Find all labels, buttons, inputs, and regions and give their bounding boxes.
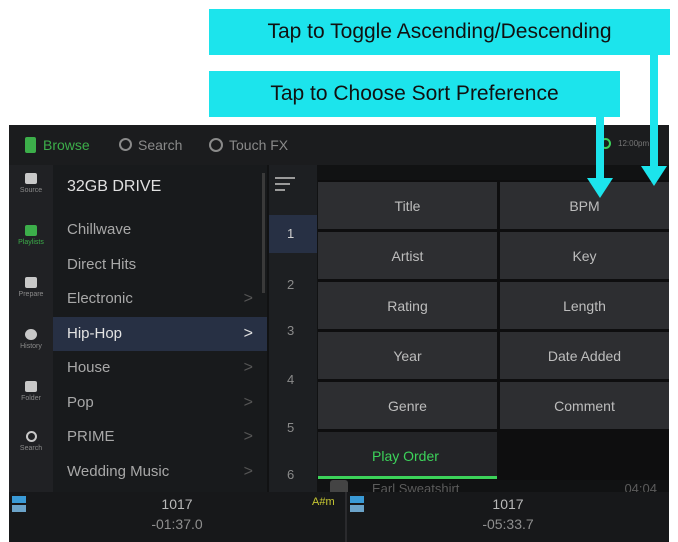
deck-left: 1017 -01:37.0 <box>9 492 345 542</box>
sort-option-length[interactable]: Length <box>500 282 669 329</box>
deck-time: -01:37.0 <box>151 516 203 532</box>
top-bar: Browse Search Touch FX 12:00pm <box>9 125 669 165</box>
crate-panel: 32GB DRIVE Chillwave Direct Hits Electro… <box>53 165 267 492</box>
sort-option-bpm[interactable]: BPM <box>500 182 669 229</box>
rail-folder[interactable]: Folder <box>9 381 53 402</box>
deck-bpm: 1017 <box>161 496 193 512</box>
deck-bar: 1017 -01:37.0 A#m 1017 -05:33.7 <box>9 492 669 542</box>
arrow-toggle-head <box>641 166 667 186</box>
rail-search[interactable]: Search <box>9 431 53 452</box>
rail-history[interactable]: History <box>9 329 53 350</box>
rail-playlists[interactable]: Playlists <box>9 225 53 246</box>
device-screen: Browse Search Touch FX 12:00pm Source Pl… <box>9 125 669 542</box>
callout-sort-preference: Tap to Choose Sort Preference <box>209 71 620 117</box>
sort-option-year[interactable]: Year <box>318 332 497 379</box>
key-badge: A#m <box>312 496 335 508</box>
sort-option-play-order[interactable]: Play Order <box>318 432 497 479</box>
sort-option-date-added[interactable]: Date Added <box>500 332 669 379</box>
deck-time: -05:33.7 <box>482 516 534 532</box>
browse-tab[interactable]: Browse <box>43 137 90 153</box>
arrow-sort-head <box>587 178 613 198</box>
crate-item[interactable]: Pop > <box>53 386 267 421</box>
track-number[interactable]: 2 <box>269 266 317 304</box>
playlist-icon <box>25 225 37 236</box>
arrow-toggle-shaft <box>650 55 658 167</box>
callout-sort-text: Tap to Choose Sort Preference <box>270 82 559 105</box>
crate-list: Chillwave Direct Hits Electronic > Hip-Ho… <box>53 213 267 489</box>
search-icon <box>25 431 37 442</box>
chevron-right-icon: > <box>243 393 253 411</box>
clock: 12:00pm <box>618 139 650 148</box>
track-number[interactable]: 1 <box>269 215 317 253</box>
deck-right: 1017 -05:33.7 <box>347 492 669 542</box>
crate-item[interactable]: Chillwave <box>53 213 267 248</box>
crate-item[interactable]: Wedding Music > <box>53 455 267 490</box>
track-number[interactable]: 5 <box>269 409 317 447</box>
prepare-icon <box>25 277 37 288</box>
side-rail: Source Playlists Prepare History Folder … <box>9 165 53 492</box>
folder-icon <box>25 381 37 392</box>
track-number[interactable]: 3 <box>269 312 317 350</box>
crate-item-selected[interactable]: Hip-Hop > <box>53 316 267 351</box>
chevron-right-icon: > <box>243 462 253 480</box>
rail-source[interactable]: Source <box>9 173 53 194</box>
touchfx-tab[interactable]: Touch FX <box>229 137 288 153</box>
sort-option-rating[interactable]: Rating <box>318 282 497 329</box>
track-number-column: 1 2 3 4 5 6 <box>269 165 317 492</box>
touchfx-icon[interactable] <box>209 138 223 152</box>
sort-option-genre[interactable]: Genre <box>318 382 497 429</box>
chevron-right-icon: > <box>243 359 253 376</box>
crate-item[interactable]: Electronic > <box>53 282 267 317</box>
crate-item[interactable]: PRIME > <box>53 420 267 455</box>
search-tab[interactable]: Search <box>138 137 182 153</box>
arrow-sort-shaft <box>596 117 604 179</box>
callout-toggle-text: Tap to Toggle Ascending/Descending <box>267 20 612 43</box>
search-icon[interactable] <box>119 138 132 151</box>
crate-item[interactable]: Direct Hits <box>53 248 267 283</box>
sort-menu: Title BPM Artist Key Rating Length Year … <box>318 180 669 480</box>
deck-bpm: 1017 <box>492 496 524 512</box>
crate-item[interactable]: House > <box>53 351 267 386</box>
crate-title: 32GB DRIVE <box>67 178 162 195</box>
sort-option-title[interactable]: Title <box>318 182 497 229</box>
crate-scrollbar[interactable] <box>262 173 265 293</box>
history-icon <box>25 329 37 340</box>
chevron-right-icon: > <box>243 324 253 342</box>
track-number[interactable]: 4 <box>269 361 317 399</box>
drive-icon <box>25 173 37 184</box>
callout-toggle-sort-direction: Tap to Toggle Ascending/Descending <box>209 9 670 55</box>
browse-icon[interactable] <box>25 137 36 153</box>
sort-icon[interactable] <box>275 177 297 195</box>
chevron-right-icon: > <box>243 428 253 445</box>
rail-prepare[interactable]: Prepare <box>9 277 53 298</box>
sort-option-key[interactable]: Key <box>500 232 669 279</box>
sort-option-artist[interactable]: Artist <box>318 232 497 279</box>
sort-option-comment[interactable]: Comment <box>500 382 669 429</box>
chevron-right-icon: > <box>243 290 253 307</box>
track-number[interactable]: 6 <box>269 456 317 494</box>
